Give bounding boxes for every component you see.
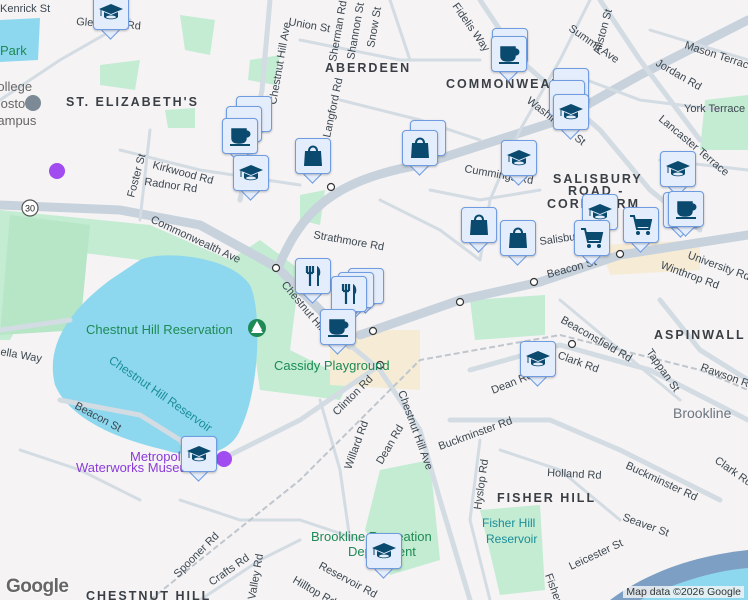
school-marker[interactable] — [233, 155, 271, 201]
school-poi-icon — [25, 95, 41, 111]
label-aspinwall-hill: ASPINWALL H — [654, 328, 748, 342]
street-label: Kenrick St — [0, 3, 50, 15]
graduation-cap-icon — [371, 538, 397, 564]
street-label: Seaver St — [621, 512, 671, 540]
restaurant-marker[interactable] — [295, 258, 333, 304]
water-label-reservoir-2: Reservoir — [486, 532, 537, 546]
street-label: Union St — [287, 16, 331, 35]
shopping-cart-icon — [630, 215, 653, 235]
poi-label-college: College — [0, 79, 32, 94]
shopping-bag-icon — [470, 214, 488, 235]
street-label: Fisher Ave — [542, 572, 571, 600]
label-chestnut-hill: CHESTNUT HILL — [86, 589, 211, 600]
school-marker[interactable] — [553, 94, 591, 140]
svg-text:30: 30 — [25, 204, 35, 214]
street-label: Hyslop Rd — [472, 458, 491, 510]
park-label-park: Park — [0, 43, 27, 58]
label-st-elizabeths: ST. ELIZABETH'S — [66, 95, 199, 109]
school-marker[interactable] — [366, 533, 404, 579]
graduation-cap-icon — [665, 156, 691, 182]
street-label: ella Way — [0, 346, 43, 365]
fork-knife-icon — [305, 266, 321, 286]
school-marker[interactable] — [501, 140, 539, 186]
graduation-cap-icon — [98, 0, 124, 25]
shopping-marker[interactable] — [402, 130, 440, 176]
coffee-cup-icon — [328, 319, 349, 337]
street-label: Clark Rd — [712, 455, 748, 489]
shopping-bag-icon — [411, 137, 429, 158]
route-30-shield: 30 — [21, 199, 39, 217]
shopping-marker[interactable] — [461, 207, 499, 253]
street-label-york: York Terrace — [684, 103, 745, 115]
google-logo: Google — [6, 576, 69, 597]
shopping-bag-icon — [509, 227, 527, 248]
graduation-cap-icon — [238, 160, 264, 186]
street-label: Dean Rd — [374, 423, 406, 467]
school-marker[interactable] — [93, 0, 131, 40]
graduation-cap-icon — [186, 441, 212, 467]
shopping-cart-icon — [581, 228, 604, 248]
cafe-marker[interactable] — [668, 191, 706, 237]
grocery-marker[interactable] — [623, 207, 661, 253]
town-label-brookline: Brookline — [673, 405, 732, 421]
water-label-fisher-hill: Fisher Hill — [482, 516, 535, 530]
street-label: Leicester St — [567, 537, 625, 572]
map-attribution[interactable]: Map data ©2026 Google — [623, 586, 744, 598]
school-marker[interactable] — [660, 151, 698, 197]
grocery-marker[interactable] — [574, 220, 612, 266]
cafe-marker[interactable] — [320, 309, 358, 355]
street-label: Strathmore Rd — [312, 229, 385, 253]
street-label: Willard Rd — [343, 419, 372, 471]
cafe-marker[interactable] — [491, 36, 529, 82]
street-label: Holland Rd — [547, 467, 602, 482]
poi-label-campus: Campus — [0, 113, 37, 128]
shopping-bag-icon — [304, 145, 322, 166]
label-fisher-hill: FISHER HILL — [497, 491, 596, 505]
street-label-snow: Snow St — [365, 6, 384, 48]
museum-icon — [49, 163, 65, 179]
street-label: Mason Terrace — [683, 39, 748, 73]
street-label: Langford Rd — [321, 77, 345, 139]
park-label-cassidy: Cassidy Playground — [274, 358, 390, 373]
coffee-cup-icon — [676, 201, 697, 219]
shopping-marker[interactable] — [500, 220, 538, 266]
graduation-cap-icon — [558, 99, 584, 125]
school-marker[interactable] — [520, 341, 558, 387]
shopping-marker[interactable] — [295, 138, 333, 184]
fork-knife-icon — [341, 284, 357, 304]
graduation-cap-icon — [525, 346, 551, 372]
poi-label-waterworks: Waterworks Museum — [76, 460, 198, 475]
school-marker[interactable] — [181, 436, 219, 482]
coffee-cup-icon — [230, 128, 251, 146]
graduation-cap-icon — [506, 145, 532, 171]
coffee-cup-icon — [499, 46, 520, 64]
park-label-chestnut-hill-reservation: Chestnut Hill Reservation — [86, 322, 233, 337]
